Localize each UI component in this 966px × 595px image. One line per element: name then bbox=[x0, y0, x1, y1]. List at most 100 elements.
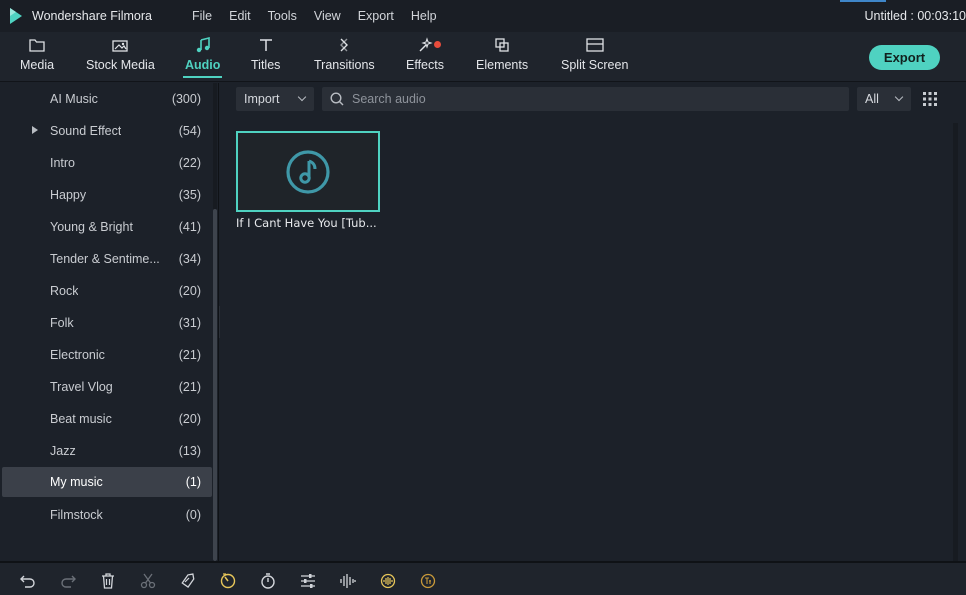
clip-title: If I Cant Have You [Tub... bbox=[236, 216, 377, 230]
voice-button[interactable] bbox=[379, 572, 397, 590]
search-icon bbox=[330, 92, 344, 106]
category-name: Happy bbox=[50, 188, 87, 202]
export-button[interactable]: Export bbox=[869, 45, 940, 70]
split-screen-icon bbox=[586, 36, 604, 54]
category-name: Sound Effect bbox=[50, 124, 122, 138]
category-item[interactable]: Electronic (21) bbox=[2, 340, 212, 370]
tab-media[interactable]: Media bbox=[20, 32, 54, 82]
expand-arrow-icon[interactable] bbox=[32, 126, 38, 134]
category-item[interactable]: Sound Effect (54) bbox=[2, 116, 212, 146]
tab-split-screen[interactable]: Split Screen bbox=[561, 32, 628, 82]
category-item[interactable]: Happy (35) bbox=[2, 180, 212, 210]
search-input[interactable] bbox=[352, 92, 832, 106]
category-item[interactable]: Rock (20) bbox=[2, 276, 212, 306]
category-item[interactable]: Beat music (20) bbox=[2, 404, 212, 434]
category-count: (20) bbox=[178, 284, 201, 298]
redo-button[interactable] bbox=[59, 572, 77, 590]
category-count: (35) bbox=[178, 188, 201, 202]
category-name: Beat music bbox=[50, 412, 112, 426]
undo-button[interactable] bbox=[19, 572, 37, 590]
tab-label: Effects bbox=[406, 58, 444, 72]
speed-button[interactable] bbox=[219, 572, 237, 590]
clip-thumbnail[interactable] bbox=[236, 131, 380, 212]
tag-button[interactable] bbox=[179, 572, 197, 590]
menu-help[interactable]: Help bbox=[403, 9, 445, 23]
audio-wave-button[interactable] bbox=[339, 572, 357, 590]
library-scrollbar[interactable] bbox=[953, 123, 958, 561]
tab-label: Stock Media bbox=[86, 58, 155, 72]
category-count: (54) bbox=[178, 124, 201, 138]
filmora-logo-icon bbox=[8, 7, 24, 25]
menu-tools[interactable]: Tools bbox=[260, 9, 305, 23]
transitions-icon bbox=[337, 36, 351, 54]
tab-titles[interactable]: Titles bbox=[251, 32, 280, 82]
cut-button[interactable] bbox=[139, 572, 157, 590]
menu-edit[interactable]: Edit bbox=[221, 9, 259, 23]
sidebar-scrollbar-thumb[interactable] bbox=[213, 209, 217, 561]
import-dropdown[interactable]: Import bbox=[236, 87, 314, 111]
category-count: (20) bbox=[178, 412, 201, 426]
category-count: (0) bbox=[185, 508, 201, 522]
category-item[interactable]: Filmstock (0) bbox=[2, 500, 212, 530]
category-item[interactable]: AI Music (300) bbox=[2, 84, 212, 114]
chevron-down-icon bbox=[894, 92, 904, 102]
tab-effects[interactable]: Effects bbox=[406, 32, 444, 82]
speech-to-text-icon bbox=[420, 573, 436, 589]
category-name: Tender & Sentime... bbox=[50, 252, 160, 266]
project-title: Untitled : 00:03:10 bbox=[864, 9, 966, 23]
category-name: Filmstock bbox=[50, 508, 103, 522]
menu-bar: File Edit Tools View Export Help bbox=[184, 9, 446, 23]
category-count: (13) bbox=[178, 444, 201, 458]
category-item-selected[interactable]: My music (1) bbox=[2, 467, 212, 497]
category-item[interactable]: Intro (22) bbox=[2, 148, 212, 178]
app-name: Wondershare Filmora bbox=[32, 9, 152, 23]
category-name: Rock bbox=[50, 284, 79, 298]
menu-file[interactable]: File bbox=[184, 9, 220, 23]
cut-icon bbox=[140, 573, 156, 589]
delete-icon bbox=[102, 573, 114, 589]
adjust-button[interactable] bbox=[299, 572, 317, 590]
folder-icon bbox=[29, 36, 45, 54]
tab-elements[interactable]: Elements bbox=[476, 32, 528, 82]
stock-media-icon bbox=[112, 36, 129, 54]
category-count: (22) bbox=[178, 156, 201, 170]
menu-export[interactable]: Export bbox=[350, 9, 402, 23]
undo-icon bbox=[20, 575, 35, 588]
effects-icon bbox=[417, 36, 441, 54]
grid-icon bbox=[923, 92, 937, 106]
filter-dropdown[interactable]: All bbox=[857, 87, 911, 111]
tab-label: Transitions bbox=[314, 58, 375, 72]
menu-view[interactable]: View bbox=[306, 9, 349, 23]
delete-button[interactable] bbox=[99, 572, 117, 590]
filter-value: All bbox=[865, 92, 879, 106]
category-item[interactable]: Young & Bright (41) bbox=[2, 212, 212, 242]
duration-button[interactable] bbox=[259, 572, 277, 590]
category-count: (1) bbox=[185, 475, 201, 489]
tab-label: Audio bbox=[185, 58, 221, 72]
category-item[interactable]: Tender & Sentime... (34) bbox=[2, 244, 212, 274]
adjust-icon bbox=[301, 574, 315, 588]
tab-transitions[interactable]: Transitions bbox=[314, 32, 375, 82]
category-item[interactable]: Travel Vlog (21) bbox=[2, 372, 212, 402]
voice-icon bbox=[380, 573, 396, 589]
music-disc-icon bbox=[286, 149, 330, 194]
category-name: Travel Vlog bbox=[50, 380, 113, 394]
category-sidebar: AI Music (300) Sound Effect (54) Intro (… bbox=[0, 83, 219, 561]
elements-icon bbox=[494, 36, 510, 54]
duration-icon bbox=[261, 573, 275, 589]
tab-label: Split Screen bbox=[561, 58, 629, 72]
category-count: (31) bbox=[178, 316, 201, 330]
tab-label: Titles bbox=[251, 58, 281, 72]
speech-to-text-button[interactable] bbox=[419, 572, 437, 590]
audio-library-panel: Import All If I C bbox=[220, 83, 966, 561]
grid-view-button[interactable] bbox=[922, 91, 938, 107]
tab-stock-media[interactable]: Stock Media bbox=[86, 32, 155, 82]
category-name: Jazz bbox=[50, 444, 76, 458]
category-item[interactable]: Jazz (13) bbox=[2, 436, 212, 466]
audio-clip[interactable]: If I Cant Have You [Tub... bbox=[236, 131, 380, 230]
category-name: AI Music bbox=[50, 92, 98, 106]
category-item[interactable]: Folk (31) bbox=[2, 308, 212, 338]
tab-audio[interactable]: Audio bbox=[182, 32, 223, 82]
category-count: (21) bbox=[178, 380, 201, 394]
category-count: (34) bbox=[178, 252, 201, 266]
